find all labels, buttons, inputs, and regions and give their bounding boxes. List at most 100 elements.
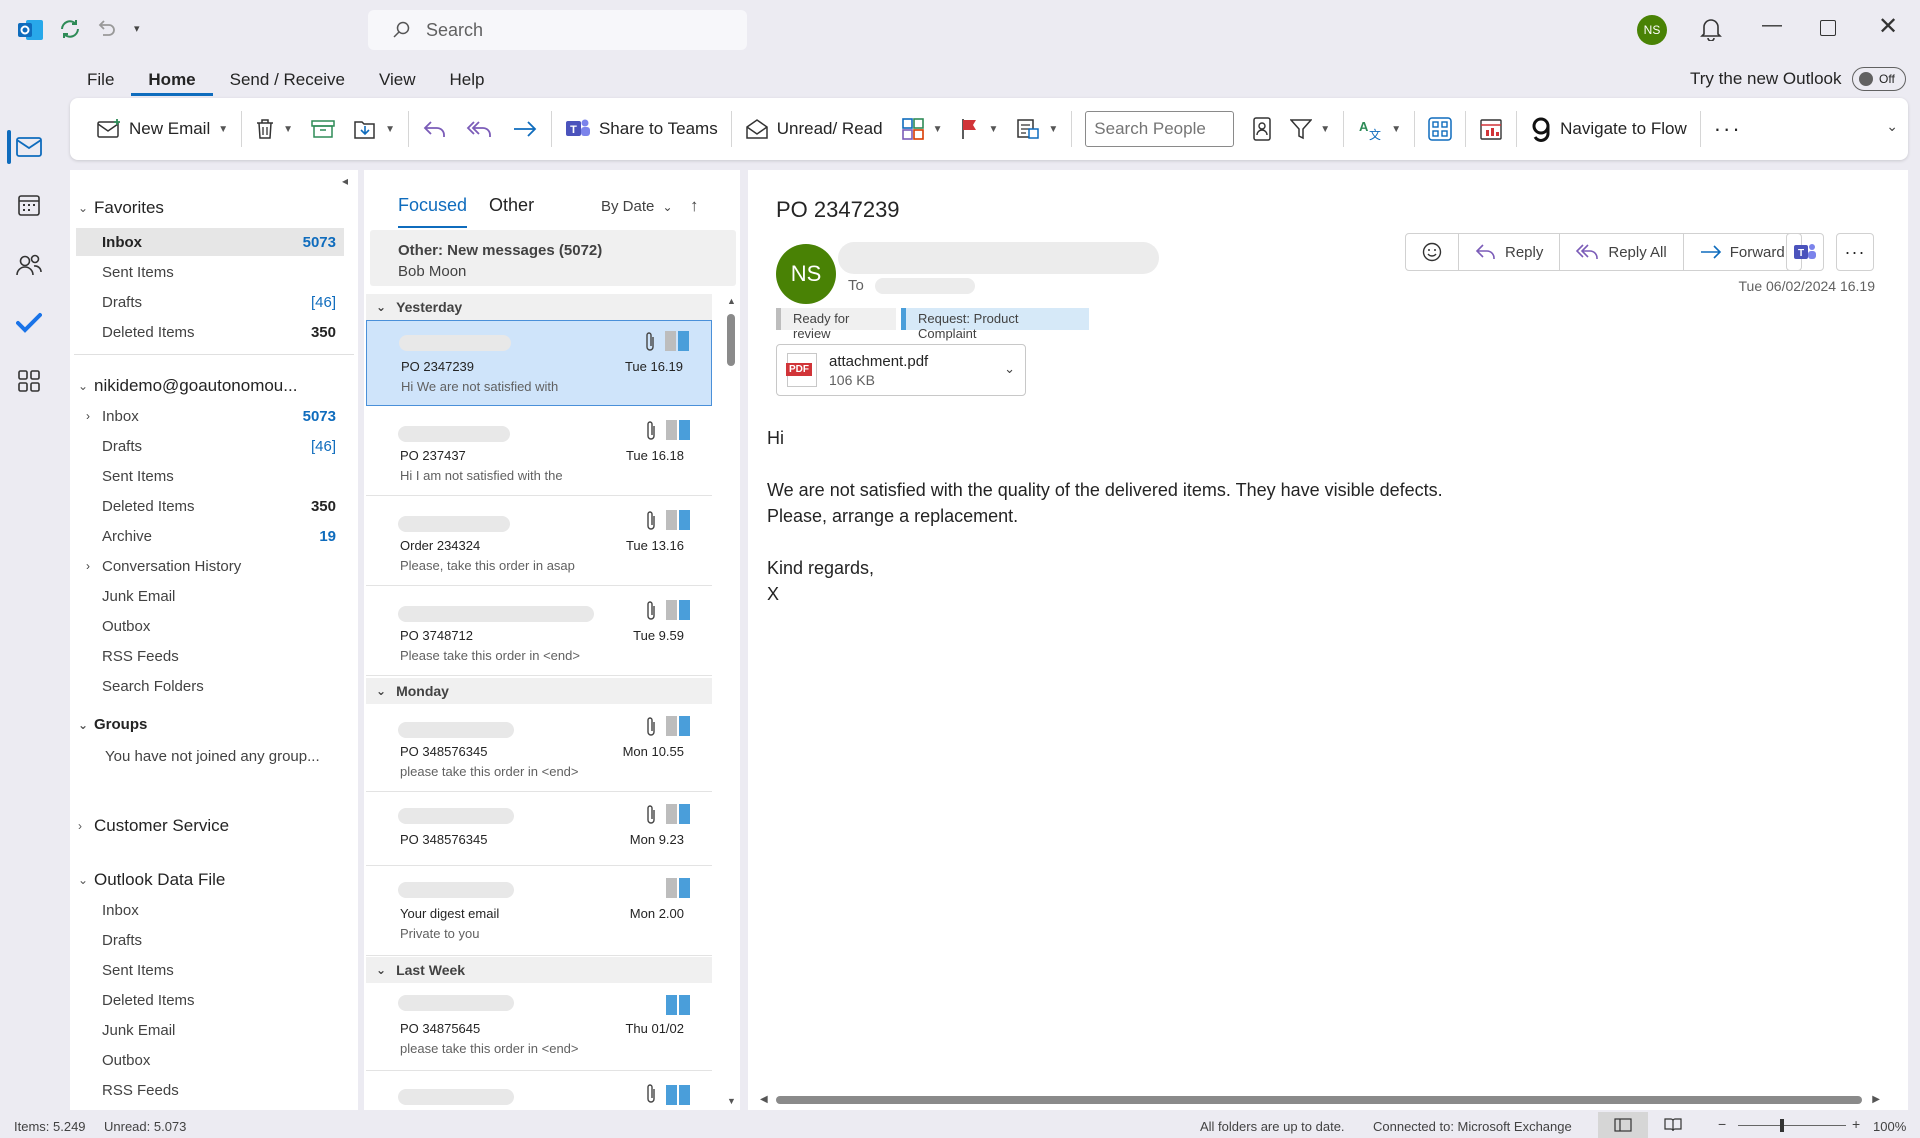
zoom-slider-track[interactable]	[1738, 1125, 1846, 1126]
group-header-monday[interactable]: ⌄ Monday	[366, 678, 712, 704]
more-options-icon[interactable]: ···	[1705, 109, 1751, 149]
df-sent-items[interactable]: Sent Items	[76, 956, 344, 984]
chevron-down-icon[interactable]: ▼	[283, 124, 293, 135]
chevron-down-icon[interactable]: ▼	[933, 124, 943, 135]
more-actions-icon[interactable]: ···	[1836, 233, 1874, 271]
chevron-down-icon[interactable]: ▼	[1048, 124, 1058, 135]
message-list-scrollbar[interactable]: ▲ ▼	[724, 296, 738, 1106]
scroll-right-arrow-icon[interactable]: ▶	[1872, 1094, 1880, 1105]
menu-view[interactable]: View	[362, 64, 433, 96]
todo-check-icon[interactable]	[13, 307, 45, 339]
reply-all-action-button[interactable]: Reply All	[1560, 234, 1684, 270]
forward-action-button[interactable]: Forward	[1684, 234, 1801, 270]
list-item[interactable]: PO 2347239 Hi We are not satisfied with …	[366, 320, 712, 406]
menu-send-receive[interactable]: Send / Receive	[213, 64, 362, 96]
list-item[interactable]: Your digest email Private to you Mon 2.0…	[366, 868, 712, 956]
groups-header[interactable]: ⌄ Groups	[78, 716, 147, 733]
navigate-to-flow-button[interactable]: Navigate to Flow	[1521, 109, 1696, 149]
user-avatar[interactable]: NS	[1637, 15, 1667, 45]
tag-ready-for-review[interactable]: Ready for review	[776, 308, 896, 341]
fav-inbox[interactable]: Inbox 5073	[76, 228, 344, 256]
customer-service-header[interactable]: › Customer Service	[78, 816, 229, 836]
reply-all-button[interactable]	[457, 109, 503, 149]
account-header[interactable]: ⌄ nikidemo@goautonomou...	[78, 376, 297, 396]
acct-outbox[interactable]: Outbox	[76, 612, 344, 640]
close-icon[interactable]: ✕	[1878, 12, 1898, 41]
group-header-yesterday[interactable]: ⌄ Yesterday	[366, 294, 712, 320]
acct-inbox[interactable]: › Inbox 5073	[76, 402, 344, 430]
search-people-field[interactable]	[1076, 109, 1243, 149]
fav-sent-items[interactable]: Sent Items	[76, 258, 344, 286]
search-input[interactable]: Search	[368, 10, 747, 50]
menu-home[interactable]: Home	[131, 64, 213, 96]
df-outbox[interactable]: Outbox	[76, 1046, 344, 1074]
reply-action-button[interactable]: Reply	[1459, 234, 1561, 270]
scrollbar-thumb[interactable]	[776, 1096, 1862, 1104]
minimize-icon[interactable]: —	[1762, 14, 1782, 37]
scroll-down-arrow-icon[interactable]: ▼	[727, 1096, 736, 1106]
all-apps-button[interactable]	[1419, 109, 1461, 149]
acct-deleted-items[interactable]: Deleted Items 350	[76, 492, 344, 520]
df-inbox[interactable]: Inbox	[76, 896, 344, 924]
calendar-icon[interactable]	[13, 189, 45, 221]
menu-file[interactable]: File	[70, 64, 131, 96]
new-email-button[interactable]: New Email ▼	[88, 109, 237, 149]
try-new-outlook-toggle[interactable]: Off	[1852, 67, 1906, 91]
archive-button[interactable]	[302, 109, 344, 149]
group-header-last-week[interactable]: ⌄ Last Week	[366, 957, 712, 983]
emoji-react-button[interactable]	[1406, 234, 1459, 270]
quick-access-dropdown-icon[interactable]: ▾	[134, 22, 140, 35]
sort-by-date-button[interactable]: By Date ⌄	[601, 198, 673, 215]
favorites-header[interactable]: ⌄ Favorites	[78, 198, 164, 218]
attachment-card[interactable]: PDF attachment.pdf 106 KB ⌄	[776, 344, 1026, 396]
tab-other[interactable]: Other	[489, 195, 534, 228]
reading-view-icon[interactable]	[1664, 1117, 1682, 1136]
df-drafts[interactable]: Drafts	[76, 926, 344, 954]
undo-icon[interactable]	[95, 17, 117, 44]
acct-search-folders[interactable]: Search Folders	[76, 672, 344, 700]
people-icon[interactable]	[13, 249, 45, 281]
delete-button[interactable]: ▼	[246, 109, 302, 149]
tag-product-complaint[interactable]: Request: Product Complaint	[901, 308, 1089, 341]
acct-conversation-history[interactable]: › Conversation History	[76, 552, 344, 580]
reply-button[interactable]	[413, 109, 457, 149]
chevron-down-icon[interactable]: ▼	[1320, 124, 1330, 135]
chevron-down-icon[interactable]: ▼	[218, 124, 228, 135]
acct-archive[interactable]: Archive 19	[76, 522, 344, 550]
address-book-button[interactable]	[1243, 109, 1281, 149]
fav-drafts[interactable]: Drafts [46]	[76, 288, 344, 316]
zoom-slider-thumb[interactable]	[1780, 1119, 1784, 1132]
sync-icon[interactable]	[58, 17, 82, 46]
tab-focused[interactable]: Focused	[398, 195, 468, 228]
list-item[interactable]: Order 234324 Please, take this order in …	[366, 498, 712, 586]
df-junk-email[interactable]: Junk Email	[76, 1016, 344, 1044]
list-item[interactable]: PO 237437 Hi I am not satisfied with the…	[366, 408, 712, 496]
bell-icon[interactable]	[1700, 17, 1722, 46]
menu-help[interactable]: Help	[432, 64, 501, 96]
restore-icon[interactable]	[1820, 20, 1836, 36]
scheduling-button[interactable]	[1470, 109, 1512, 149]
ribbon-expand-chevron-icon[interactable]: ⌄	[1886, 118, 1898, 135]
scrollbar-thumb[interactable]	[727, 314, 735, 366]
scroll-up-arrow-icon[interactable]: ▲	[727, 296, 736, 306]
df-deleted-items[interactable]: Deleted Items	[76, 986, 344, 1014]
reading-pane-horizontal-scrollbar[interactable]: ◀ ▶	[760, 1092, 1880, 1108]
acct-drafts[interactable]: Drafts [46]	[76, 432, 344, 460]
list-item[interactable]: PO 3748712 Please take this order in <en…	[366, 588, 712, 676]
chevron-down-icon[interactable]: ⌄	[1004, 361, 1015, 377]
rules-button[interactable]: ▼	[1007, 109, 1067, 149]
acct-sent-items[interactable]: Sent Items	[76, 462, 344, 490]
other-new-messages-banner[interactable]: Other: New messages (5072) Bob Moon	[370, 230, 736, 286]
list-item[interactable]	[366, 1073, 712, 1109]
acct-junk-email[interactable]: Junk Email	[76, 582, 344, 610]
move-button[interactable]: ▼	[344, 109, 404, 149]
filter-button[interactable]: ▼	[1281, 109, 1339, 149]
df-rss-feeds[interactable]: RSS Feeds	[76, 1076, 344, 1104]
apps-icon[interactable]	[13, 365, 45, 397]
data-file-header[interactable]: ⌄ Outlook Data File	[78, 870, 225, 890]
share-to-teams-button[interactable]: T Share to Teams	[556, 109, 727, 149]
sort-direction-arrow-icon[interactable]: ↑	[690, 196, 699, 216]
follow-up-button[interactable]: ▼	[951, 109, 1007, 149]
search-people-input[interactable]	[1085, 111, 1235, 147]
normal-view-icon[interactable]	[1598, 1112, 1648, 1138]
